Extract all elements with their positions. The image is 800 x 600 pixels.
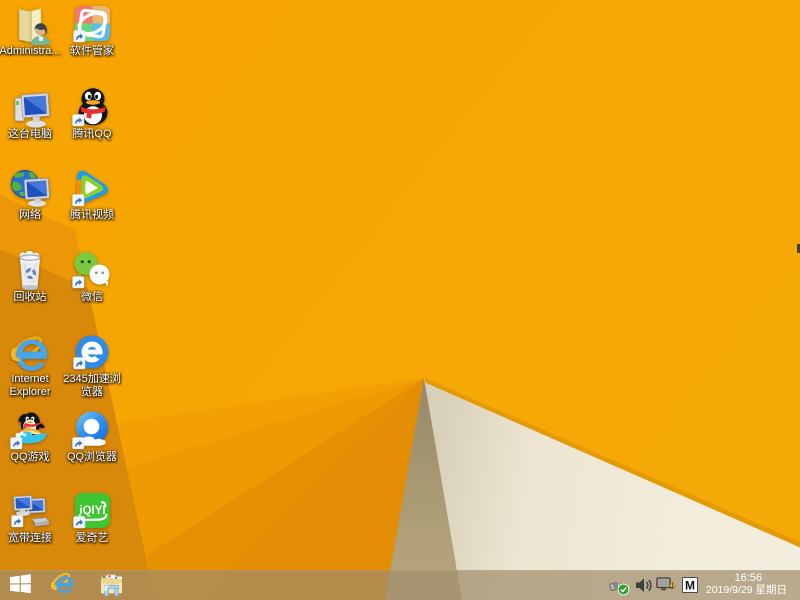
svg-text:iQIYI: iQIYI	[79, 505, 105, 517]
svg-text:M: M	[685, 579, 695, 593]
